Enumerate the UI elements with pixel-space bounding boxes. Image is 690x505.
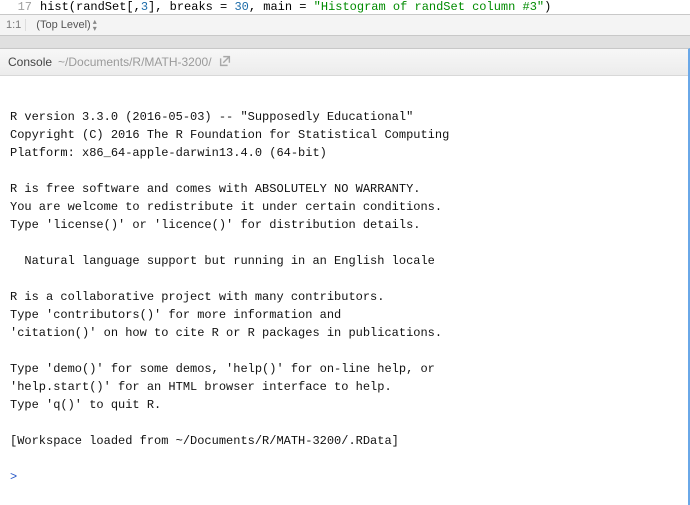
console-header: Console ~/Documents/R/MATH-3200/ [0, 49, 688, 76]
console-prompt: > [10, 470, 17, 484]
cursor-position: 1:1 [6, 19, 26, 31]
updown-icon: ▴▾ [93, 18, 97, 32]
source-editor-visible-line[interactable]: 17 hist(randSet[,3], breaks = 30, main =… [0, 0, 690, 15]
code-fragment: hist(randSet[,3], breaks = 30, main = "H… [40, 0, 551, 14]
editor-status-bar: 1:1 (Top Level) ▴▾ [0, 15, 690, 36]
console-output[interactable]: R version 3.3.0 (2016-05-03) -- "Suppose… [0, 76, 688, 505]
pane-separator[interactable] [0, 36, 690, 48]
console-working-dir[interactable]: ~/Documents/R/MATH-3200/ [58, 55, 212, 69]
console-title: Console [8, 55, 52, 69]
console-pane: Console ~/Documents/R/MATH-3200/ R versi… [0, 48, 690, 505]
popout-icon[interactable] [218, 54, 232, 71]
scope-selector[interactable]: (Top Level) ▴▾ [36, 18, 96, 32]
console-text: R version 3.3.0 (2016-05-03) -- "Suppose… [10, 110, 449, 448]
scope-label: (Top Level) [36, 19, 90, 31]
line-number: 17 [4, 0, 40, 14]
